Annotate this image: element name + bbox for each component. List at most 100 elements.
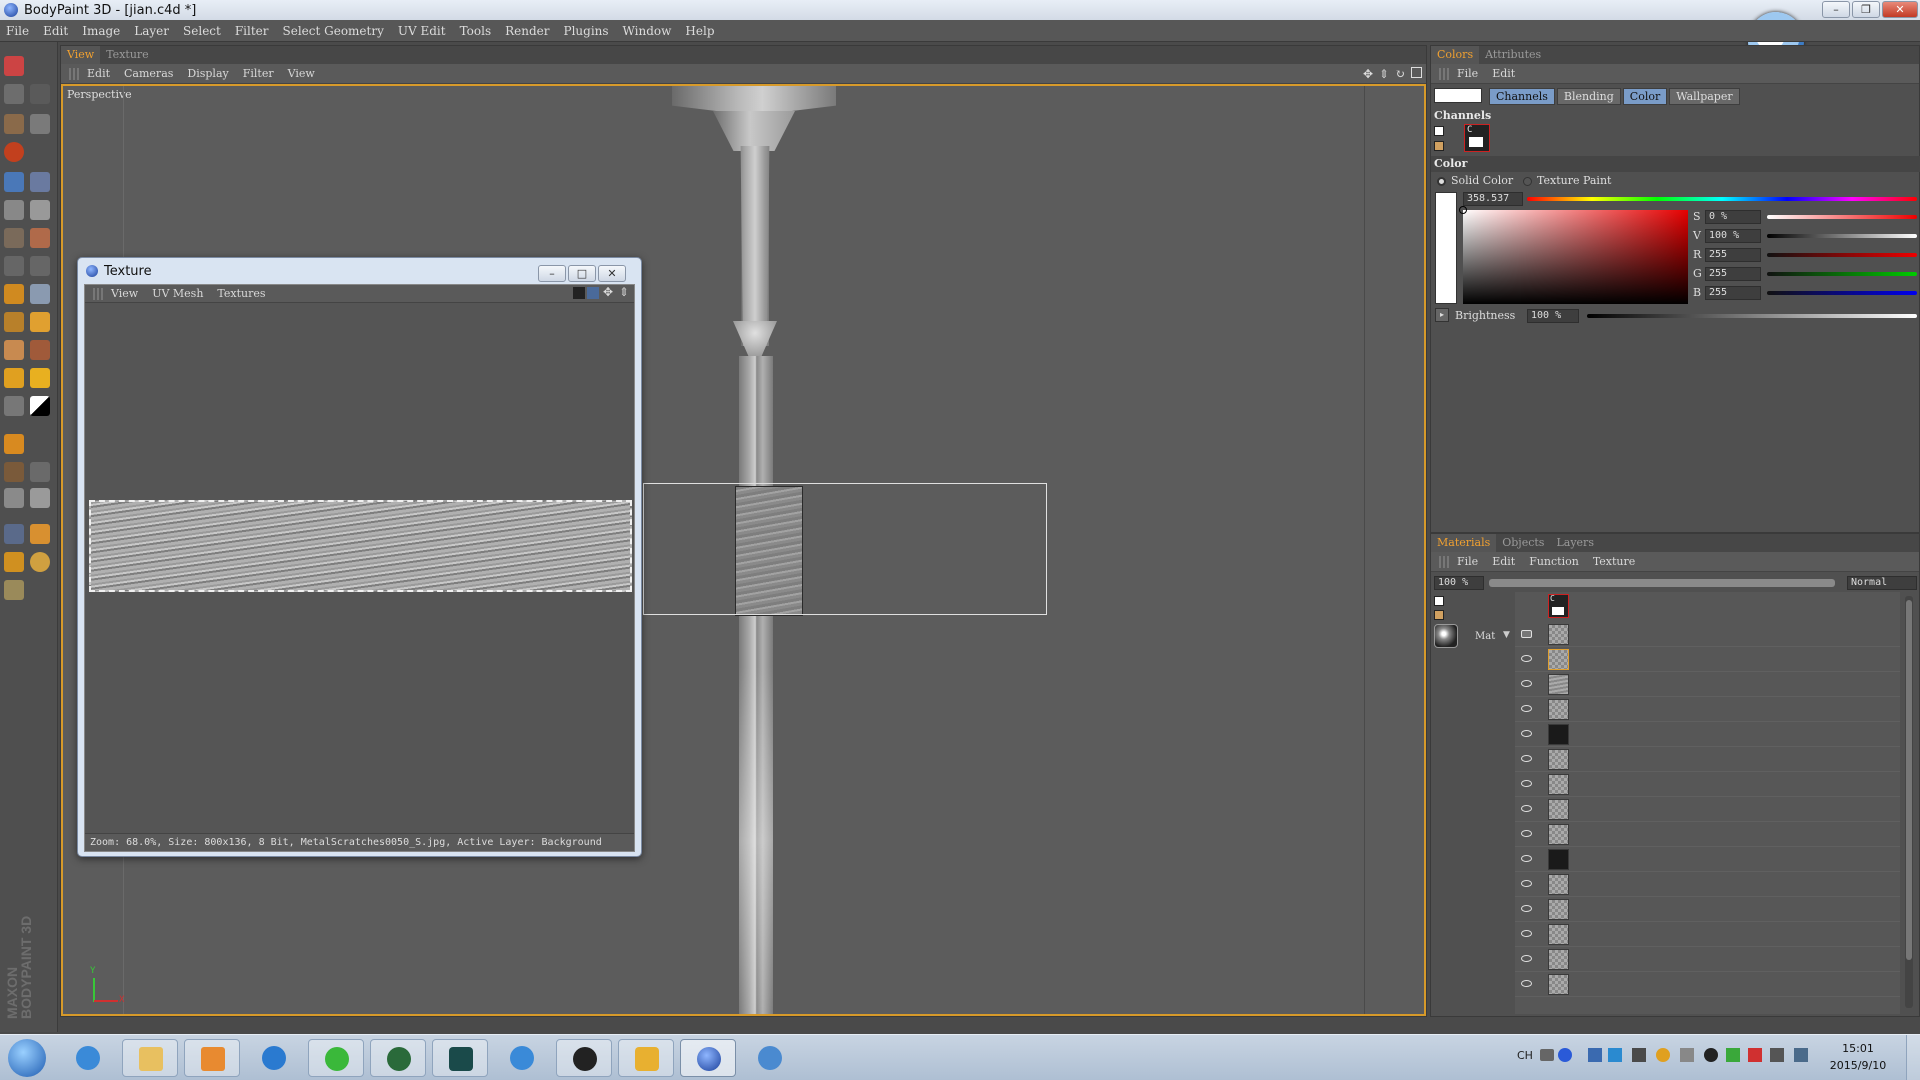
- pencil-icon[interactable]: [30, 312, 50, 332]
- eye-icon[interactable]: [1521, 930, 1532, 937]
- materials-menu-file[interactable]: File: [1457, 555, 1478, 568]
- qq-icon[interactable]: [1656, 1048, 1670, 1062]
- texture-move-icon[interactable]: ✥: [603, 285, 613, 299]
- hue-field[interactable]: 358.537: [1463, 192, 1523, 206]
- taskbar-media-button[interactable]: [184, 1039, 240, 1077]
- input-language[interactable]: CH: [1517, 1049, 1533, 1062]
- move-icon[interactable]: [4, 284, 24, 304]
- s-slider[interactable]: [1767, 215, 1917, 219]
- render-icon[interactable]: [4, 142, 24, 162]
- tray-tool-icon[interactable]: [1680, 1048, 1694, 1062]
- eye-icon[interactable]: [1521, 655, 1532, 662]
- taskbar-browser-button[interactable]: [246, 1039, 302, 1077]
- menu-select[interactable]: Select: [183, 24, 221, 38]
- eye-icon[interactable]: [1521, 780, 1532, 787]
- layer-row[interactable]: [1515, 822, 1900, 847]
- clock[interactable]: 15:01 2015/9/10: [1818, 1040, 1898, 1074]
- menu-layer[interactable]: Layer: [134, 24, 169, 38]
- eye-icon[interactable]: [1521, 955, 1532, 962]
- brightness-slider[interactable]: [1587, 314, 1917, 318]
- volume-icon[interactable]: [1770, 1048, 1784, 1062]
- layer-color-chip[interactable]: C: [1548, 594, 1569, 618]
- texture-lock-icon[interactable]: [587, 287, 599, 299]
- layer-row[interactable]: [1515, 797, 1900, 822]
- view-rotate-icon[interactable]: ↻: [1395, 67, 1405, 81]
- view-maximize-icon[interactable]: [1411, 67, 1422, 78]
- menu-select-geometry[interactable]: Select Geometry: [283, 24, 384, 38]
- brush-icon[interactable]: [4, 312, 24, 332]
- menu-edit[interactable]: Edit: [43, 24, 68, 38]
- layer-opacity-slider[interactable]: [1489, 579, 1835, 587]
- taskbar-k-button[interactable]: [494, 1039, 550, 1077]
- texture-zoom-icon[interactable]: ⇕: [619, 285, 629, 299]
- tab-view[interactable]: View: [61, 46, 101, 64]
- v-slider[interactable]: [1767, 234, 1917, 238]
- minimize-button[interactable]: –: [1822, 1, 1850, 18]
- fill-icon[interactable]: [4, 368, 24, 388]
- menu-image[interactable]: Image: [82, 24, 120, 38]
- eraser-icon[interactable]: [4, 340, 24, 360]
- g-field[interactable]: 255: [1705, 267, 1761, 281]
- materials-menu-edit[interactable]: Edit: [1492, 555, 1515, 568]
- eye-icon[interactable]: [1521, 755, 1532, 762]
- shield-icon[interactable]: [1748, 1048, 1762, 1062]
- s-field[interactable]: 0 %: [1705, 210, 1761, 224]
- tab-colors[interactable]: Colors: [1431, 46, 1480, 64]
- show-desktop-button[interactable]: [1906, 1035, 1920, 1080]
- view-zoom-icon[interactable]: ⇕: [1379, 67, 1389, 81]
- menu-uv-edit[interactable]: UV Edit: [398, 24, 446, 38]
- layer-row[interactable]: [1515, 922, 1900, 947]
- shape-icon[interactable]: [4, 396, 24, 416]
- checker-icon[interactable]: [4, 488, 24, 508]
- texture-channel-icon[interactable]: [573, 287, 585, 299]
- tray-network-icon[interactable]: [1608, 1048, 1622, 1062]
- paint-3d-icon[interactable]: [4, 172, 24, 192]
- wand-icon[interactable]: [30, 114, 50, 134]
- materials-grip-icon[interactable]: [1439, 555, 1449, 568]
- v-field[interactable]: 100 %: [1705, 229, 1761, 243]
- taskbar-360-button[interactable]: [308, 1039, 364, 1077]
- material-expand-icon[interactable]: ▼: [1503, 630, 1510, 640]
- view-menu-edit[interactable]: Edit: [87, 67, 110, 80]
- view-menu-display[interactable]: Display: [187, 67, 228, 80]
- taskbar-cinema-button[interactable]: [432, 1039, 488, 1077]
- tab-texture[interactable]: Texture: [100, 46, 154, 64]
- tray-audio-app-icon[interactable]: [1704, 1048, 1718, 1062]
- b-slider[interactable]: [1767, 291, 1917, 295]
- layer-row[interactable]: [1515, 772, 1900, 797]
- material-lock-icon[interactable]: [1434, 610, 1444, 620]
- brightness-field[interactable]: 100 %: [1527, 309, 1579, 323]
- tab-objects[interactable]: Objects: [1496, 534, 1550, 552]
- current-color-swatch[interactable]: [1434, 88, 1482, 103]
- wallpaper-button[interactable]: Wallpaper: [1669, 88, 1740, 105]
- texture-grip-icon[interactable]: [93, 287, 103, 300]
- view-menu-cameras[interactable]: Cameras: [124, 67, 173, 80]
- grip-icon[interactable]: [69, 67, 79, 80]
- eye-icon[interactable]: [1521, 730, 1532, 737]
- b-field[interactable]: 255: [1705, 286, 1761, 300]
- taskbar-bodypaint-button[interactable]: [680, 1039, 736, 1077]
- taskbar-explorer-button[interactable]: [122, 1039, 178, 1077]
- layer-scrollbar[interactable]: [1905, 596, 1913, 1008]
- color-channel-chip[interactable]: C: [1464, 124, 1490, 152]
- layer-row[interactable]: [1515, 722, 1900, 747]
- eye-icon[interactable]: [1521, 680, 1532, 687]
- taskbar-audio-button[interactable]: [556, 1039, 612, 1077]
- texture-view-icon[interactable]: [30, 228, 50, 248]
- texture-bounding-box[interactable]: [643, 483, 1047, 615]
- g-slider[interactable]: [1767, 272, 1917, 276]
- tab-materials[interactable]: Materials: [1431, 534, 1497, 552]
- texture-minimize-button[interactable]: –: [538, 265, 566, 282]
- network-icon[interactable]: [1794, 1048, 1808, 1062]
- hue-slider[interactable]: [1527, 197, 1917, 201]
- redo-icon[interactable]: [30, 84, 50, 104]
- transform-icon[interactable]: [30, 284, 50, 304]
- projection-paint-icon[interactable]: [30, 172, 50, 192]
- eye-icon[interactable]: [1521, 705, 1532, 712]
- restore-button[interactable]: ❐: [1852, 1, 1880, 18]
- tab-layers[interactable]: Layers: [1550, 534, 1600, 552]
- start-button[interactable]: [8, 1039, 46, 1077]
- menu-render[interactable]: Render: [505, 24, 549, 38]
- taskbar-heart-button[interactable]: [618, 1039, 674, 1077]
- layer-row[interactable]: [1515, 697, 1900, 722]
